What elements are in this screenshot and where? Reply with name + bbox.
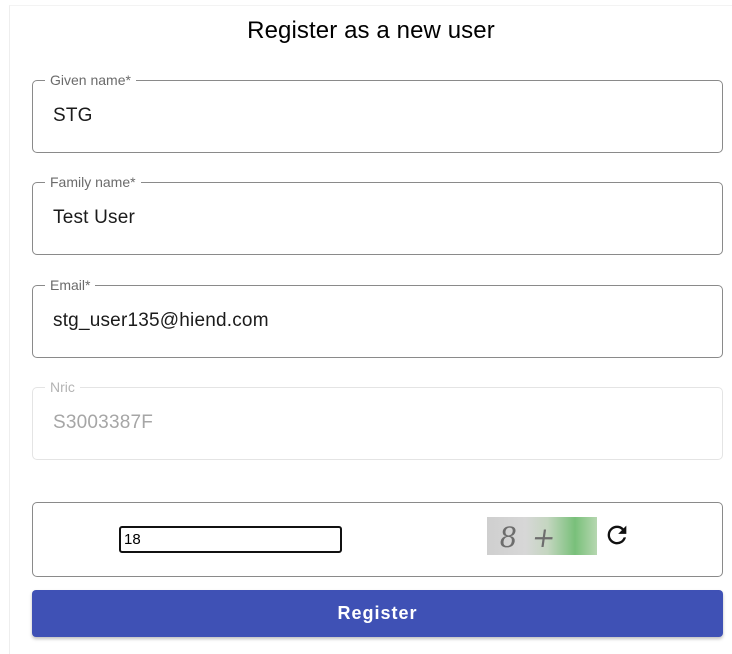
- nric-label: Nric: [45, 379, 80, 395]
- email-field[interactable]: Email* stg_user135@hiend.com: [32, 277, 723, 358]
- given-name-value[interactable]: STG: [53, 105, 93, 127]
- register-button[interactable]: Register: [32, 590, 723, 637]
- given-name-label: Given name*: [45, 72, 136, 88]
- refresh-icon[interactable]: [603, 521, 631, 549]
- given-name-field[interactable]: Given name* STG: [32, 72, 723, 153]
- registration-card: Register as a new user Given name* STG F…: [9, 5, 732, 654]
- family-name-field[interactable]: Family name* Test User: [32, 174, 723, 255]
- captcha-image-text: 8 + 10: [492, 521, 561, 555]
- email-value[interactable]: stg_user135@hiend.com: [53, 310, 269, 332]
- page-title: Register as a new user: [247, 17, 495, 44]
- email-label: Email*: [45, 277, 96, 293]
- family-name-label: Family name*: [45, 174, 141, 190]
- family-name-value[interactable]: Test User: [53, 207, 135, 229]
- captcha-input[interactable]: [119, 526, 342, 553]
- captcha-image: 8 + 10: [487, 517, 597, 555]
- nric-value: S3003387F: [53, 412, 154, 433]
- nric-field: Nric S3003387F: [32, 379, 723, 460]
- captcha-panel: 8 + 10: [32, 502, 723, 577]
